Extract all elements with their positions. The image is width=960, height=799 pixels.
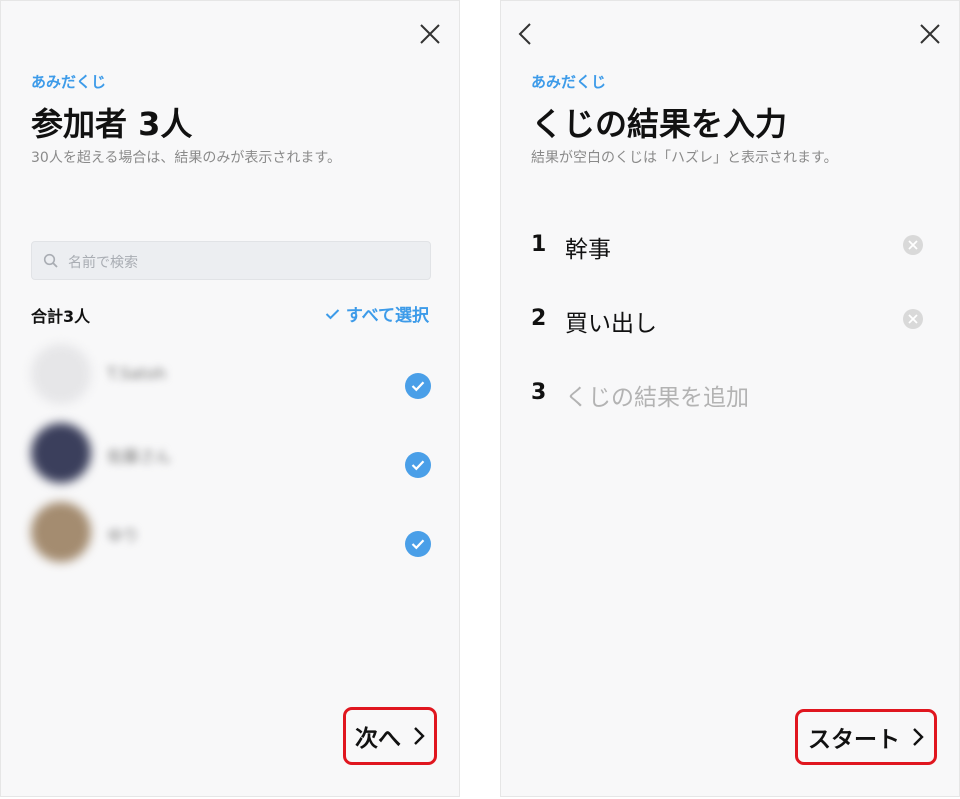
check-icon [411, 381, 425, 392]
participant-check[interactable] [405, 531, 431, 557]
clear-icon[interactable] [903, 235, 923, 255]
participant-check[interactable] [405, 452, 431, 478]
start-button[interactable]: スタート [795, 709, 937, 765]
result-row[interactable]: 2 買い出し [531, 300, 931, 340]
participant-total: 合計3人 [31, 307, 91, 326]
chevron-right-icon [414, 727, 425, 745]
result-number: 1 [531, 232, 547, 257]
result-text[interactable]: 買い出し [565, 304, 657, 338]
check-icon [411, 539, 425, 550]
participants-screen: あみだくじ 参加者 3人 30人を超える場合は、結果のみが表示されます。 名前で… [0, 0, 460, 797]
page-subtitle: 30人を超える場合は、結果のみが表示されます。 [31, 150, 341, 166]
result-number: 3 [531, 380, 547, 405]
participant-name: T.Satoh [107, 364, 167, 383]
results-screen: あみだくじ くじの結果を入力 結果が空白のくじは「ハズレ」と表示されます。 1 … [500, 0, 960, 797]
result-text[interactable]: 幹事 [565, 230, 611, 264]
avatar [31, 423, 91, 483]
check-icon [411, 460, 425, 471]
participant-name: 佐藤さん [107, 447, 172, 466]
clear-icon[interactable] [903, 309, 923, 329]
participant-row[interactable]: T.Satoh [31, 344, 441, 406]
select-all-label: すべて選択 [345, 306, 429, 326]
participant-check[interactable] [405, 373, 431, 399]
search-placeholder: 名前で検索 [68, 255, 138, 271]
check-icon [325, 308, 340, 319]
result-number: 2 [531, 306, 547, 331]
add-result-input[interactable]: くじの結果を追加 [565, 378, 749, 412]
close-icon[interactable] [415, 19, 445, 49]
next-button[interactable]: 次へ [343, 707, 437, 765]
participant-row[interactable]: 佐藤さん [31, 423, 441, 485]
page-title: 参加者 3人 [31, 105, 193, 143]
participant-row[interactable]: ゆり [31, 502, 441, 564]
back-icon[interactable] [511, 19, 541, 49]
chevron-right-icon [913, 728, 924, 746]
next-button-label: 次へ [355, 726, 401, 752]
select-all-button[interactable]: すべて選択 [325, 301, 429, 326]
result-row-add[interactable]: 3 くじの結果を追加 [531, 374, 931, 414]
avatar [31, 344, 91, 404]
close-icon[interactable] [915, 19, 945, 49]
page-subtitle: 結果が空白のくじは「ハズレ」と表示されます。 [531, 150, 838, 166]
app-label: あみだくじ [31, 73, 107, 91]
result-row[interactable]: 1 幹事 [531, 226, 931, 266]
search-icon [43, 253, 58, 268]
start-button-label: スタート [808, 727, 900, 753]
search-input[interactable]: 名前で検索 [31, 241, 431, 280]
app-label: あみだくじ [531, 73, 607, 91]
avatar [31, 502, 91, 562]
participant-name: ゆり [107, 526, 140, 545]
page-title: くじの結果を入力 [531, 105, 788, 143]
